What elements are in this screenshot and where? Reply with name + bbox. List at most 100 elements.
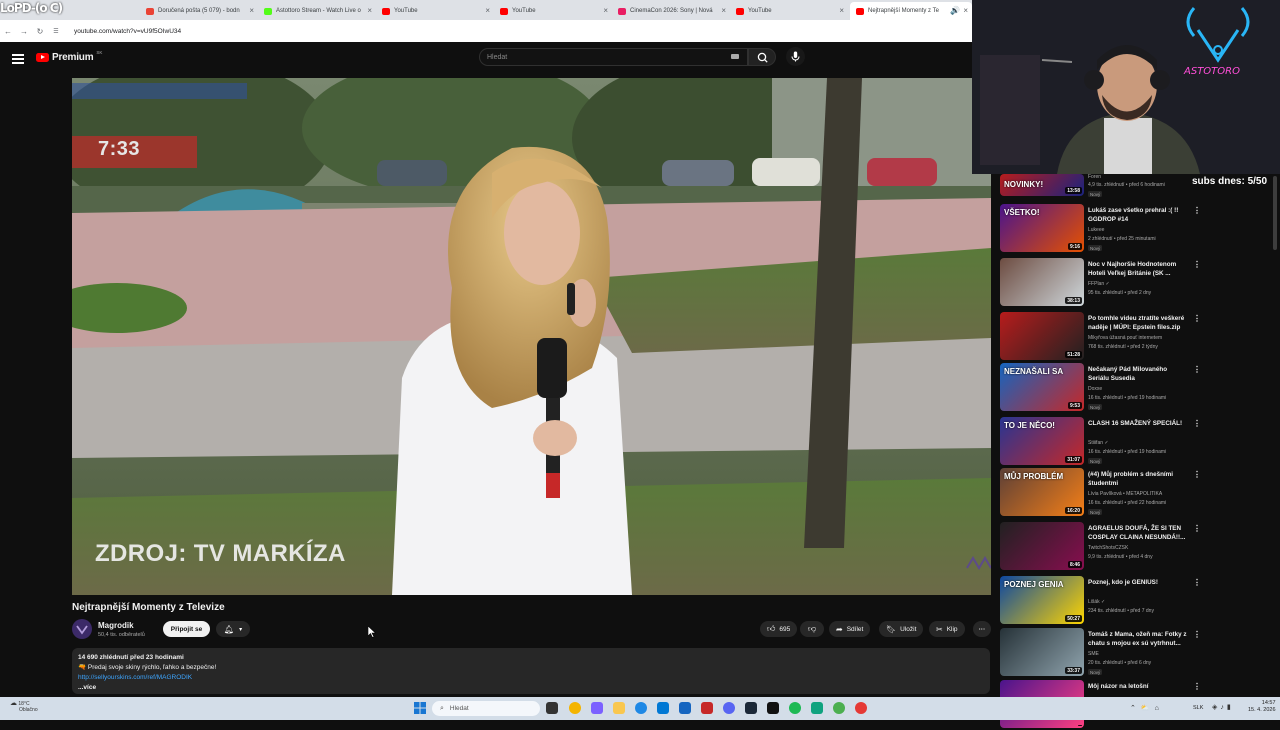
recommended-title[interactable]: Môj názor na letošní <box>1088 682 1188 691</box>
recommended-channel[interactable]: Mikyřova úžasná pouť internetem <box>1088 335 1162 341</box>
forward-icon[interactable]: → <box>16 27 32 36</box>
close-tab-icon[interactable]: × <box>249 6 254 15</box>
recommended-video[interactable]: POZNEJ GENIA 50:27 Poznej, kdo je GENIUS! L… <box>1000 576 1280 626</box>
more-vertical-icon[interactable]: ⋮ <box>1193 524 1201 533</box>
join-button[interactable]: Připojit se <box>163 621 210 637</box>
browser-tab[interactable]: CinemaCon 2026: Sony | Nová × <box>612 2 730 20</box>
description-link[interactable]: http://sellyourskins.com/ref/MAGRODIK <box>78 673 984 683</box>
more-vertical-icon[interactable]: ⋮ <box>1193 682 1201 691</box>
close-tab-icon[interactable]: × <box>839 6 844 15</box>
recommended-channel[interactable]: Stiiifan ✓ <box>1088 440 1109 446</box>
file-explorer-icon[interactable] <box>613 702 625 714</box>
discord-icon[interactable] <box>723 702 735 714</box>
more-vertical-icon[interactable]: ⋮ <box>1193 419 1201 428</box>
close-tab-icon[interactable]: × <box>485 6 490 15</box>
recommended-video[interactable]: NEZNAŠALI SA 9:53 Nečakaný Pád Milovaného … <box>1000 363 1280 413</box>
channel-avatar[interactable] <box>72 619 92 639</box>
recommended-title[interactable]: Noc v Najhoršie Hodnotenom Hoteli Veľkej… <box>1088 260 1188 278</box>
video-player[interactable] <box>72 78 991 595</box>
more-vertical-icon[interactable]: ⋮ <box>1193 578 1201 587</box>
menu-icon[interactable] <box>12 54 24 66</box>
recommended-channel[interactable]: Lívia Pavlíková • METAPOLITIKA <box>1088 491 1162 497</box>
close-tab-icon[interactable]: × <box>367 6 372 15</box>
recommended-title[interactable]: Tomáš z Mama, ožeň ma: Fotky z chatu s m… <box>1088 630 1188 648</box>
input-language[interactable]: SLK <box>1193 705 1203 711</box>
recommended-channel[interactable]: SME <box>1088 651 1099 657</box>
browser-tab-active[interactable]: Nejtrapnější Momenty z Te 🔊 × <box>850 2 972 20</box>
more-vertical-icon[interactable]: ⋮ <box>1193 206 1201 215</box>
windows-start-icon[interactable] <box>414 702 426 714</box>
audio-icon[interactable]: 🔊 <box>950 6 960 15</box>
sidebar-scrollbar[interactable] <box>1273 176 1277 250</box>
recommended-title[interactable]: Lukáš zase všetko prehral :( !! GGDROP #… <box>1088 206 1188 224</box>
recommended-channel[interactable]: Doxxe <box>1088 386 1102 392</box>
network-volume-icons[interactable]: ◈♪▮ <box>1212 703 1234 711</box>
recommended-channel[interactable]: Foren <box>1088 174 1101 180</box>
reload-icon[interactable]: ↻ <box>32 27 48 36</box>
mail-icon[interactable] <box>679 702 691 714</box>
more-actions-button[interactable]: ··· <box>973 621 991 637</box>
close-tab-icon[interactable]: × <box>963 6 968 15</box>
chrome-icon[interactable] <box>569 702 581 714</box>
browser-tab[interactable]: YouTube × <box>376 2 494 20</box>
video-thumbnail[interactable]: 38:13 <box>1000 258 1084 306</box>
recommended-video[interactable]: MŮJ PROBLÉM 16:20 (#4) Můj problém s dnešn… <box>1000 468 1280 518</box>
taskbar-search[interactable]: ⌕ Hledat <box>432 701 540 716</box>
recommended-video[interactable]: 51:28 Po tomhle videu ztratíte veškeré na… <box>1000 312 1280 362</box>
keyboard-icon[interactable] <box>731 54 739 59</box>
store-icon[interactable] <box>657 702 669 714</box>
recommended-video[interactable]: TO JE NĚCO! 31:07 CLASH 16 SMAŽENÝ SPECIÁL… <box>1000 417 1280 467</box>
dislike-button[interactable]: 👎︎ <box>800 621 824 637</box>
channel-name[interactable]: Magrodik <box>98 621 134 630</box>
video-thumbnail[interactable]: POZNEJ GENIA 50:27 <box>1000 576 1084 624</box>
site-info-icon[interactable]: ☰ <box>48 28 64 35</box>
calendar-icon[interactable] <box>701 702 713 714</box>
chatgpt-icon[interactable] <box>811 702 823 714</box>
recommended-title[interactable]: AGRAELUS DOUFÁ, ŽE SI TEN COSPLAY CLAINA… <box>1088 524 1188 542</box>
recommended-channel[interactable]: Lukeee <box>1088 227 1104 233</box>
recommended-channel[interactable]: Lišák ✓ <box>1088 599 1105 605</box>
video-thumbnail[interactable]: 8:46 <box>1000 522 1084 570</box>
save-button[interactable]: 🔖︎ Uložit <box>879 621 924 637</box>
video-thumbnail[interactable]: NEZNAŠALI SA 9:53 <box>1000 363 1084 411</box>
recommended-title[interactable]: (#4) Můj problém s dnešními študentmi <box>1088 470 1188 488</box>
video-thumbnail[interactable]: MŮJ PROBLÉM 16:20 <box>1000 468 1084 516</box>
taskbar-clock[interactable]: 14:57 15. 4. 2026 <box>1248 700 1276 714</box>
more-vertical-icon[interactable]: ⋮ <box>1193 470 1201 479</box>
recommended-channel[interactable]: FFPlan ✓ <box>1088 281 1110 287</box>
close-tab-icon[interactable]: × <box>721 6 726 15</box>
search-button[interactable] <box>748 48 776 66</box>
back-icon[interactable]: ← <box>0 27 16 36</box>
more-vertical-icon[interactable]: ⋮ <box>1193 314 1201 323</box>
obs-icon[interactable] <box>767 702 779 714</box>
video-description[interactable]: 14 690 zhlédnutí před 23 hodinami 🔫 Pred… <box>72 648 990 694</box>
browser-tab[interactable]: YouTube × <box>730 2 848 20</box>
close-tab-icon[interactable]: × <box>603 6 608 15</box>
recommended-video[interactable]: VŠETKO! 9:16 Lukáš zase všetko prehral :( … <box>1000 204 1280 254</box>
more-vertical-icon[interactable]: ⋮ <box>1193 365 1201 374</box>
weather-widget[interactable]: ☁ 18°C Oblačno <box>10 700 38 713</box>
search-input[interactable]: Hledat <box>479 48 748 66</box>
recommended-video[interactable]: 33:37 Tomáš z Mama, ožeň ma: Fotky z chat… <box>1000 628 1280 678</box>
copilot-icon[interactable] <box>591 702 603 714</box>
recommended-title[interactable]: Poznej, kdo je GENIUS! <box>1088 578 1188 587</box>
video-thumbnail[interactable]: 33:37 <box>1000 628 1084 676</box>
system-tray-icons[interactable]: ⌃⛅⌂ <box>1130 704 1164 712</box>
share-button[interactable]: ➦ Sdílet <box>829 621 871 637</box>
chrome-icon[interactable] <box>855 702 867 714</box>
recommended-title[interactable]: Nečakaný Pád Milovaného Seriálu Susedia <box>1088 365 1188 383</box>
browser-tab[interactable]: Doručená pošta (5 079) - bodn × <box>140 2 258 20</box>
clip-button[interactable]: ✂ Klip <box>929 621 965 637</box>
browser-tab[interactable]: Astottoro Stream - Watch Live o × <box>258 2 376 20</box>
browser-tab[interactable]: YouTube × <box>494 2 612 20</box>
video-thumbnail[interactable]: 51:28 <box>1000 312 1084 360</box>
video-thumbnail[interactable]: TO JE NĚCO! 31:07 <box>1000 417 1084 465</box>
task-view-icon[interactable] <box>546 702 558 714</box>
recommended-title[interactable]: Po tomhle videu ztratíte veškeré naděje … <box>1088 314 1188 332</box>
like-button[interactable]: 👍︎ 695 <box>760 621 798 637</box>
video-thumbnail[interactable]: NOVINKY! 13:58 <box>1000 174 1084 196</box>
edge-icon[interactable] <box>635 702 647 714</box>
subscription-bell-button[interactable]: 🔔︎ ▾ <box>216 621 250 637</box>
spotify-icon[interactable] <box>789 702 801 714</box>
youtube-logo[interactable]: Premium SK <box>36 50 102 63</box>
